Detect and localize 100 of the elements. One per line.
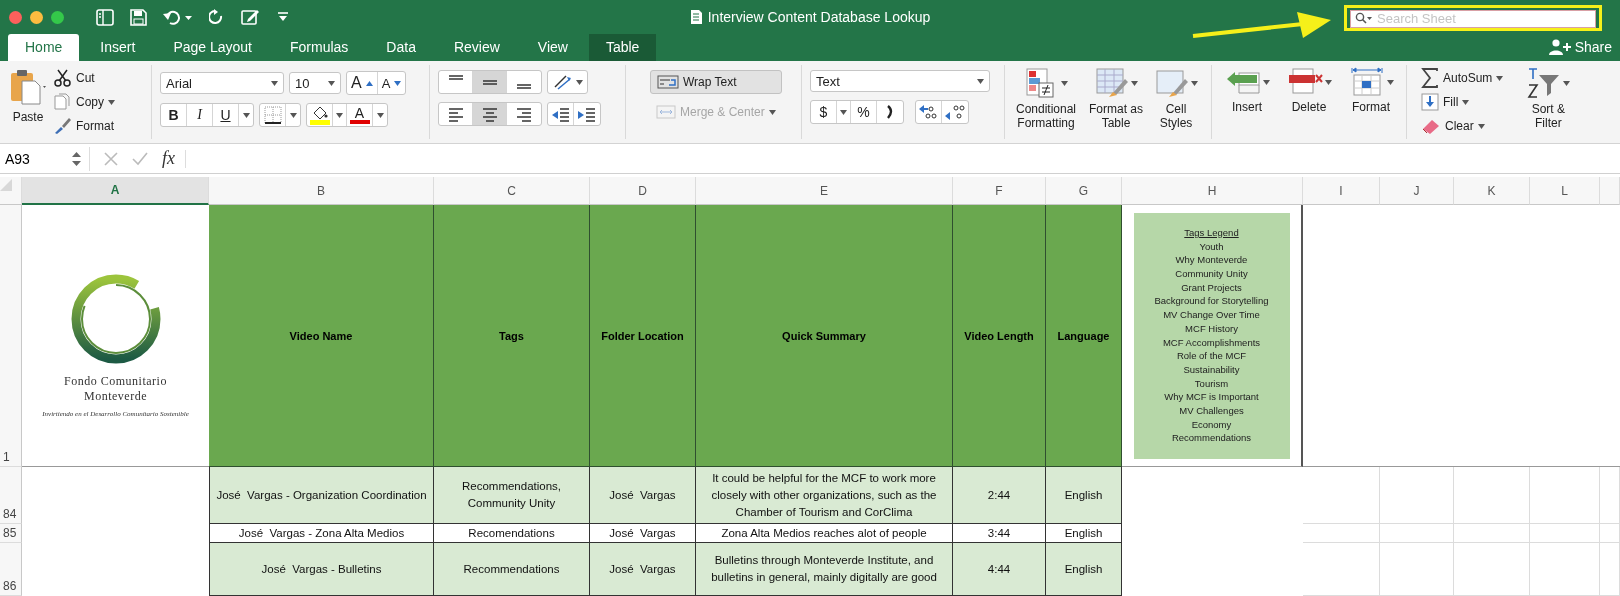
ribbon-tab[interactable]: Insert	[83, 34, 153, 61]
save-icon[interactable]	[130, 8, 147, 26]
caret-icon	[1477, 123, 1485, 129]
orientation-button[interactable]	[547, 70, 588, 94]
ribbon-tab[interactable]: View	[520, 34, 585, 61]
align-right-icon	[514, 105, 534, 123]
sort-filter-button[interactable]: Sort & Filter	[1517, 65, 1580, 139]
align-bottom-icon	[517, 84, 531, 89]
caret-icon	[1190, 80, 1198, 86]
format-cells-button[interactable]: Format	[1344, 65, 1398, 139]
undo-icon[interactable]	[163, 8, 193, 26]
copy-icon	[54, 93, 72, 111]
table-cell: 2:44	[953, 467, 1046, 524]
table-cell: Zona Alta Medios reaches alot of people	[696, 524, 953, 543]
column-header[interactable]: B	[209, 177, 434, 205]
caret-icon	[1462, 99, 1470, 105]
checkmark-icon[interactable]	[132, 151, 148, 166]
ribbon-tab[interactable]: Page Layout	[156, 34, 269, 61]
row-header[interactable]: 1	[0, 205, 22, 467]
empty-cell	[1530, 524, 1600, 543]
column-header[interactable]: E	[696, 177, 953, 205]
column-header[interactable]: A	[22, 177, 209, 205]
edit-sheet-icon[interactable]	[241, 8, 261, 26]
italic-button[interactable]: I	[187, 104, 213, 126]
caret-icon	[977, 78, 984, 84]
column-header[interactable]: H	[1122, 177, 1303, 205]
row-header[interactable]: 86	[0, 543, 22, 596]
row-header[interactable]: 84	[0, 467, 22, 524]
table-cell: Recommendations	[434, 543, 590, 596]
header-cell: Quick Summary	[696, 205, 953, 467]
fill-color-menu-button[interactable]	[333, 104, 347, 126]
format-as-table-button[interactable]: Format as Table	[1089, 65, 1143, 139]
conditional-formatting-button[interactable]: Conditional Formatting	[1013, 65, 1079, 139]
number-format-field[interactable]: Text	[810, 70, 990, 92]
row-header[interactable]: 85	[0, 524, 22, 543]
align-middle-button[interactable]	[473, 71, 507, 93]
percent-button[interactable]: %	[851, 101, 877, 123]
share-button[interactable]: Share	[1548, 39, 1612, 61]
ribbon-tab[interactable]: Table	[588, 34, 657, 61]
legend-item: Youth	[1199, 239, 1224, 254]
caret-icon	[289, 112, 297, 118]
customize-toolbar-icon[interactable]	[277, 11, 289, 23]
copy-button[interactable]: Copy	[54, 91, 115, 113]
column-header[interactable]: D	[590, 177, 696, 205]
header-cell: Folder Location	[590, 205, 696, 467]
cut-button[interactable]: Cut	[54, 67, 115, 89]
font-name-field[interactable]: Arial	[160, 72, 284, 94]
redo-icon[interactable]	[209, 8, 225, 26]
name-box[interactable]: A93	[0, 146, 90, 171]
minimize-button[interactable]	[30, 10, 43, 24]
column-header[interactable]: F	[953, 177, 1046, 205]
column-header[interactable]: C	[434, 177, 590, 205]
column-header[interactable]: J	[1380, 177, 1454, 205]
delete-cells-button[interactable]: Delete	[1282, 65, 1336, 139]
caret-icon	[840, 109, 847, 115]
caret-icon	[242, 112, 250, 118]
insert-function-button[interactable]: fx	[162, 148, 175, 169]
search-field[interactable]: Search Sheet	[1350, 9, 1596, 28]
column-header[interactable]: L	[1530, 177, 1600, 205]
autosum-button[interactable]: AutoSum	[1421, 67, 1504, 89]
bold-button[interactable]: B	[161, 104, 187, 126]
clear-button[interactable]: Clear	[1421, 115, 1504, 137]
ribbon-tab[interactable]: Review	[436, 34, 517, 61]
wrap-text-button[interactable]: Wrap Text	[650, 70, 782, 94]
fill-color-button[interactable]	[307, 104, 333, 126]
shrink-font-button[interactable]: A	[377, 72, 406, 94]
caret-icon	[1496, 75, 1504, 81]
ribbon-tab[interactable]: Home	[8, 34, 80, 61]
empty-cell	[1600, 467, 1620, 524]
merge-icon	[656, 104, 676, 120]
caret-icon	[1562, 80, 1570, 86]
legend-item: Sustainability	[1183, 362, 1240, 377]
legend-item: Economy	[1191, 417, 1232, 432]
caret-icon	[1060, 80, 1068, 86]
ribbon-tab[interactable]: Data	[369, 34, 433, 61]
paste-button[interactable]: Paste	[8, 65, 48, 139]
currency-button[interactable]: $	[811, 101, 837, 123]
caret-icon	[271, 80, 278, 86]
cell-styles-button[interactable]: Cell Styles	[1153, 65, 1199, 139]
empty-cell	[1600, 543, 1620, 596]
format-painter-button[interactable]: Format	[54, 115, 115, 137]
underline-button[interactable]: U	[213, 104, 239, 126]
legend-item: Why MCF is Important	[1164, 390, 1259, 404]
empty-cell	[1530, 467, 1600, 524]
font-size-field[interactable]: 10	[289, 72, 341, 94]
fill-button[interactable]: Fill	[1421, 91, 1504, 113]
currency-menu-button[interactable]	[837, 101, 851, 123]
column-header[interactable]: K	[1454, 177, 1530, 205]
column-header[interactable]: G	[1046, 177, 1122, 205]
caret-icon	[768, 109, 776, 115]
column-header[interactable]: I	[1303, 177, 1380, 205]
ribbon-tab[interactable]: Formulas	[273, 34, 366, 61]
legend-item: Why Monteverde	[1175, 253, 1248, 267]
zoom-button[interactable]	[51, 10, 64, 24]
sidebar-icon[interactable]	[96, 8, 114, 26]
wrap-text-icon	[657, 74, 679, 90]
insert-cells-button[interactable]: Insert	[1220, 65, 1274, 139]
grow-font-button[interactable]: A	[347, 72, 378, 94]
align-center-button[interactable]	[473, 103, 507, 125]
font-color-button[interactable]: A	[347, 104, 373, 126]
